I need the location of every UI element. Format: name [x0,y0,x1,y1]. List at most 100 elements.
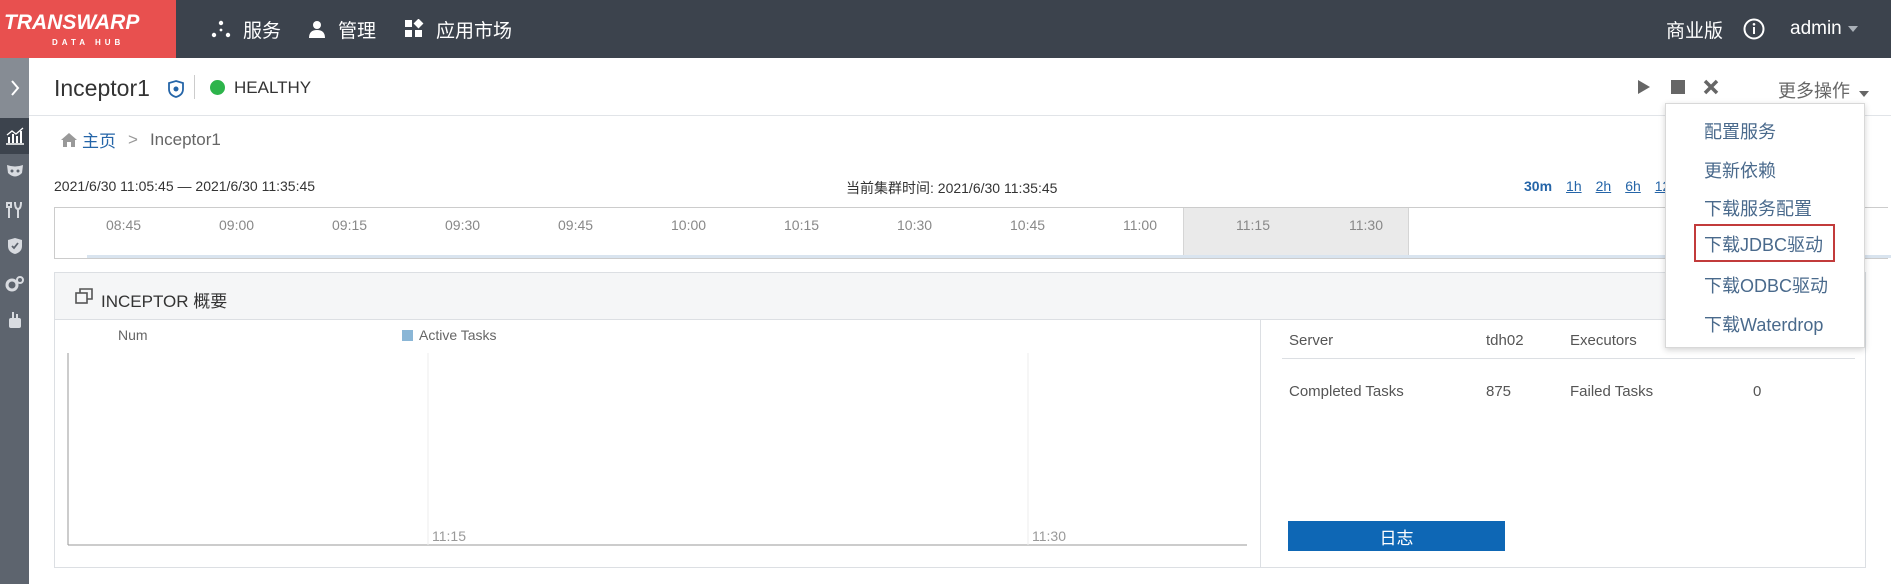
timeline-tick: 09:30 [445,217,481,233]
logo-subtext: DATA HUB [52,38,125,47]
delete-button[interactable] [1700,76,1722,98]
left-sidebar [0,58,29,584]
header-divider [194,75,195,99]
user-name: admin [1790,18,1842,39]
play-icon [1638,80,1650,94]
chevron-right-icon [10,80,19,96]
breadcrumb-home-link[interactable]: 主页 [82,127,116,152]
chart-svg: Num Active Tasks 11:15 11:30 [67,327,1247,546]
menu-item-download-odbc-driver[interactable]: 下载ODBC驱动 [1704,272,1828,298]
sidebar-item-dashboard[interactable] [0,118,29,154]
chart-legend: Active Tasks [419,327,497,343]
more-actions-dropdown: 配置服务 更新依赖 下载服务配置 下载JDBC驱动 下载ODBC驱动 下载Wat… [1665,103,1865,348]
nav-manage[interactable]: 管理 [308,0,376,58]
tools-icon [5,201,22,218]
user-icon [309,21,325,38]
edition-label[interactable]: 商业版 [1666,0,1723,58]
chart-y-label: Num [118,327,148,343]
nav-app-market[interactable]: 应用市场 [404,0,512,58]
inceptor-overview-panel: INCEPTOR 概要 Num Active Tasks 11:15 11:30… [54,272,1866,568]
timeline-tick: 11:30 [1349,217,1383,233]
home-icon[interactable] [60,132,78,148]
service-header: Inceptor1 HEALTHY 更多操作 [29,58,1891,116]
sidebar-toggle[interactable] [0,58,29,118]
sidebar-item-plugins[interactable] [0,302,29,338]
app-market-icon [405,19,424,37]
caret-down-icon [1859,91,1870,97]
timeline-selection[interactable] [1183,208,1409,258]
shield-icon [7,238,22,254]
status-indicator [210,80,225,95]
verified-shield-icon [168,80,184,98]
timeline-tick: 10:45 [1010,217,1046,233]
executors-label: Executors [1570,332,1637,349]
timeline-tick: 08:45 [106,217,142,233]
timeline-tick: 10:15 [784,217,820,233]
range-option-1h[interactable]: 1h [1566,178,1582,194]
breadcrumb-current: Inceptor1 [149,129,221,149]
window-icon [75,288,93,304]
range-option-2h[interactable]: 2h [1596,178,1612,194]
legend-swatch [402,330,413,341]
nav-services[interactable]: 服务 [211,0,281,58]
breadcrumb: 主页 > Inceptor1 [60,127,221,152]
info-icon[interactable] [1743,0,1765,58]
stop-button[interactable] [1667,76,1689,98]
more-actions-button[interactable]: 更多操作 [1778,77,1870,103]
service-name: Inceptor1 [54,75,150,101]
more-actions-label: 更多操作 [1778,81,1850,101]
chart-x-tick: 11:30 [1032,528,1066,544]
server-label: Server [1289,332,1334,349]
failed-tasks-label: Failed Tasks [1570,383,1654,400]
panel-title: INCEPTOR 概要 [101,292,228,311]
range-option-30m[interactable]: 30m [1524,178,1552,194]
time-range-options: 30m 1h 2h 6h 12 [1524,178,1684,194]
menu-item-configure-service[interactable]: 配置服务 [1704,118,1776,144]
menu-item-download-waterdrop[interactable]: 下载Waterdrop [1704,311,1823,337]
timeline-tick: 10:30 [897,217,933,233]
user-menu[interactable]: admin [1790,0,1858,58]
stop-icon [1671,80,1685,94]
panel-header: INCEPTOR 概要 [55,273,1865,320]
logo-text: TRANSWARP [4,11,140,34]
timeline-tick: 11:15 [1236,217,1270,233]
info-divider [1282,358,1855,359]
timeline-tick: 09:00 [219,217,255,233]
timeline-tick: 11:00 [1123,217,1157,233]
log-button[interactable]: 日志 [1288,521,1505,551]
nav-app-market-label: 应用市场 [436,20,513,42]
menu-item-update-dependencies[interactable]: 更新依赖 [1704,157,1776,183]
active-tasks-chart: Num Active Tasks 11:15 11:30 [55,320,1261,567]
failed-tasks-value: 0 [1753,383,1762,400]
timeline-track [87,255,1891,258]
completed-tasks-value: 875 [1486,383,1512,400]
chart-icon [5,127,24,145]
cluster-time-text: 当前集群时间: 2021/6/30 11:35:45 [846,180,1058,196]
close-icon [1703,79,1719,95]
nav-services-label: 服务 [243,20,282,42]
breadcrumb-separator: > [128,129,138,149]
range-option-6h[interactable]: 6h [1625,178,1641,194]
service-status: HEALTHY [234,78,312,97]
server-info: Server tdh02 Executors Completed Tasks 8… [1262,320,1865,567]
completed-tasks-label: Completed Tasks [1289,383,1404,400]
sidebar-item-tools[interactable] [0,192,29,228]
start-button[interactable] [1633,76,1655,98]
timeline-tick: 09:15 [332,217,368,233]
mask-icon [6,165,23,177]
timeline-brush[interactable]: 08:45 09:00 09:15 09:30 09:45 10:00 10:1… [54,207,1891,259]
chart-x-tick: 11:15 [432,528,466,544]
timeline-tick: 09:45 [558,217,594,233]
top-navbar: TRANSWARP DATA HUB 服务 管理 应用市场 商业版 admin [0,0,1891,58]
caret-down-icon [1847,26,1858,32]
gear-icon [5,276,24,292]
menu-item-download-jdbc-driver[interactable]: 下载JDBC驱动 [1694,224,1836,262]
sidebar-item-roles[interactable] [0,154,29,190]
logo[interactable]: TRANSWARP DATA HUB [0,0,176,58]
sidebar-item-security[interactable] [0,228,29,264]
timeline-tick: 10:00 [671,217,707,233]
nav-manage-label: 管理 [338,20,377,42]
menu-item-download-service-config[interactable]: 下载服务配置 [1704,195,1812,221]
server-value: tdh02 [1486,332,1524,349]
sidebar-item-settings[interactable] [0,266,29,302]
